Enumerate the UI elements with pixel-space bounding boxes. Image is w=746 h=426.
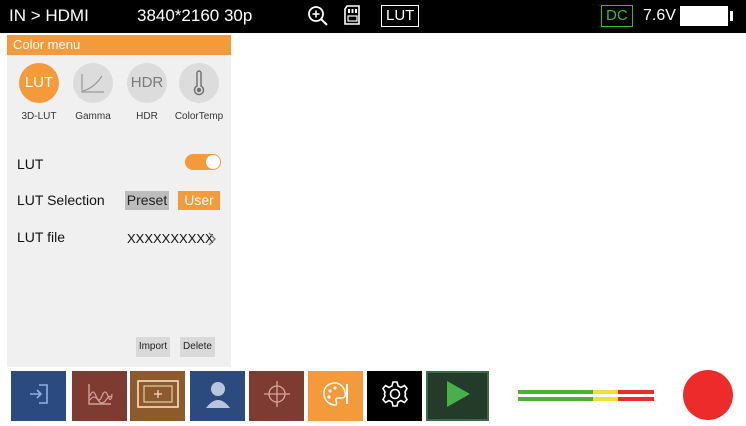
lut-file-label: LUT file xyxy=(17,229,65,245)
mode-label: 3D-LUT xyxy=(21,111,57,122)
mode-label: HDR xyxy=(136,111,158,122)
battery-tip xyxy=(730,11,733,21)
settings-button[interactable] xyxy=(367,371,422,421)
status-bar: IN > HDMI 3840*2160 30p LUT DC 7.6V xyxy=(0,0,746,33)
mode-label: ColorTemp xyxy=(174,111,224,122)
mode-gamma[interactable]: Gamma xyxy=(66,63,120,122)
mode-colortemp[interactable]: ColorTemp xyxy=(172,63,226,122)
lut-file-value[interactable]: XXXXXXXXXX xyxy=(127,231,214,246)
preset-button[interactable]: Preset xyxy=(125,191,169,210)
mode-hdr[interactable]: HDR HDR xyxy=(120,63,174,122)
user-button[interactable]: User xyxy=(178,191,220,210)
play-icon xyxy=(444,379,472,414)
portrait-button[interactable] xyxy=(190,371,245,421)
color-palette-icon xyxy=(321,380,351,413)
panel-title: Color menu xyxy=(7,35,231,55)
zoom-in-icon[interactable] xyxy=(307,5,329,32)
input-button[interactable] xyxy=(11,371,66,421)
thermometer-icon xyxy=(179,63,219,103)
mode-selector: LUT 3D-LUT Gamma HDR HDR ColorTemp xyxy=(7,63,231,133)
input-icon xyxy=(27,382,51,411)
frame-marker-icon xyxy=(136,379,180,414)
waveform-button[interactable] xyxy=(72,371,127,421)
hdr-icon: HDR xyxy=(127,63,167,103)
color-palette-button[interactable] xyxy=(308,371,363,421)
color-menu-panel: Color menu LUT 3D-LUT Gamma HDR HDR Colo… xyxy=(7,35,231,367)
play-button[interactable] xyxy=(426,371,489,421)
lut-toggle[interactable] xyxy=(185,154,221,170)
voltage-label: 7.6V xyxy=(643,7,676,24)
lut-mode-icon: LUT xyxy=(19,63,59,103)
battery-icon xyxy=(680,6,728,26)
settings-gear-icon xyxy=(381,380,409,413)
mode-3d-lut[interactable]: LUT 3D-LUT xyxy=(12,63,66,122)
portrait-icon xyxy=(205,380,231,413)
mode-label: Gamma xyxy=(75,111,111,122)
lut-badge: LUT xyxy=(381,5,420,27)
power-source-badge: DC xyxy=(601,5,633,27)
delete-button[interactable]: Delete xyxy=(180,337,215,357)
import-button[interactable]: Import xyxy=(136,337,170,357)
toggle-knob xyxy=(206,155,220,169)
lut-label: LUT xyxy=(17,156,44,172)
resolution-label: 3840*2160 30p xyxy=(137,6,253,25)
crosshair-button[interactable] xyxy=(249,371,304,421)
frame-marker-button[interactable] xyxy=(130,371,185,421)
crosshair-icon xyxy=(263,380,291,413)
chevron-right-icon[interactable] xyxy=(207,231,217,251)
waveform-icon xyxy=(87,382,113,411)
audio-level-meter xyxy=(518,387,654,404)
lut-selection-label: LUT Selection xyxy=(17,192,105,208)
gamma-curve-icon xyxy=(73,63,113,103)
input-source[interactable]: IN > HDMI xyxy=(9,6,89,26)
record-button[interactable] xyxy=(683,370,733,420)
sd-card-icon xyxy=(344,5,360,30)
